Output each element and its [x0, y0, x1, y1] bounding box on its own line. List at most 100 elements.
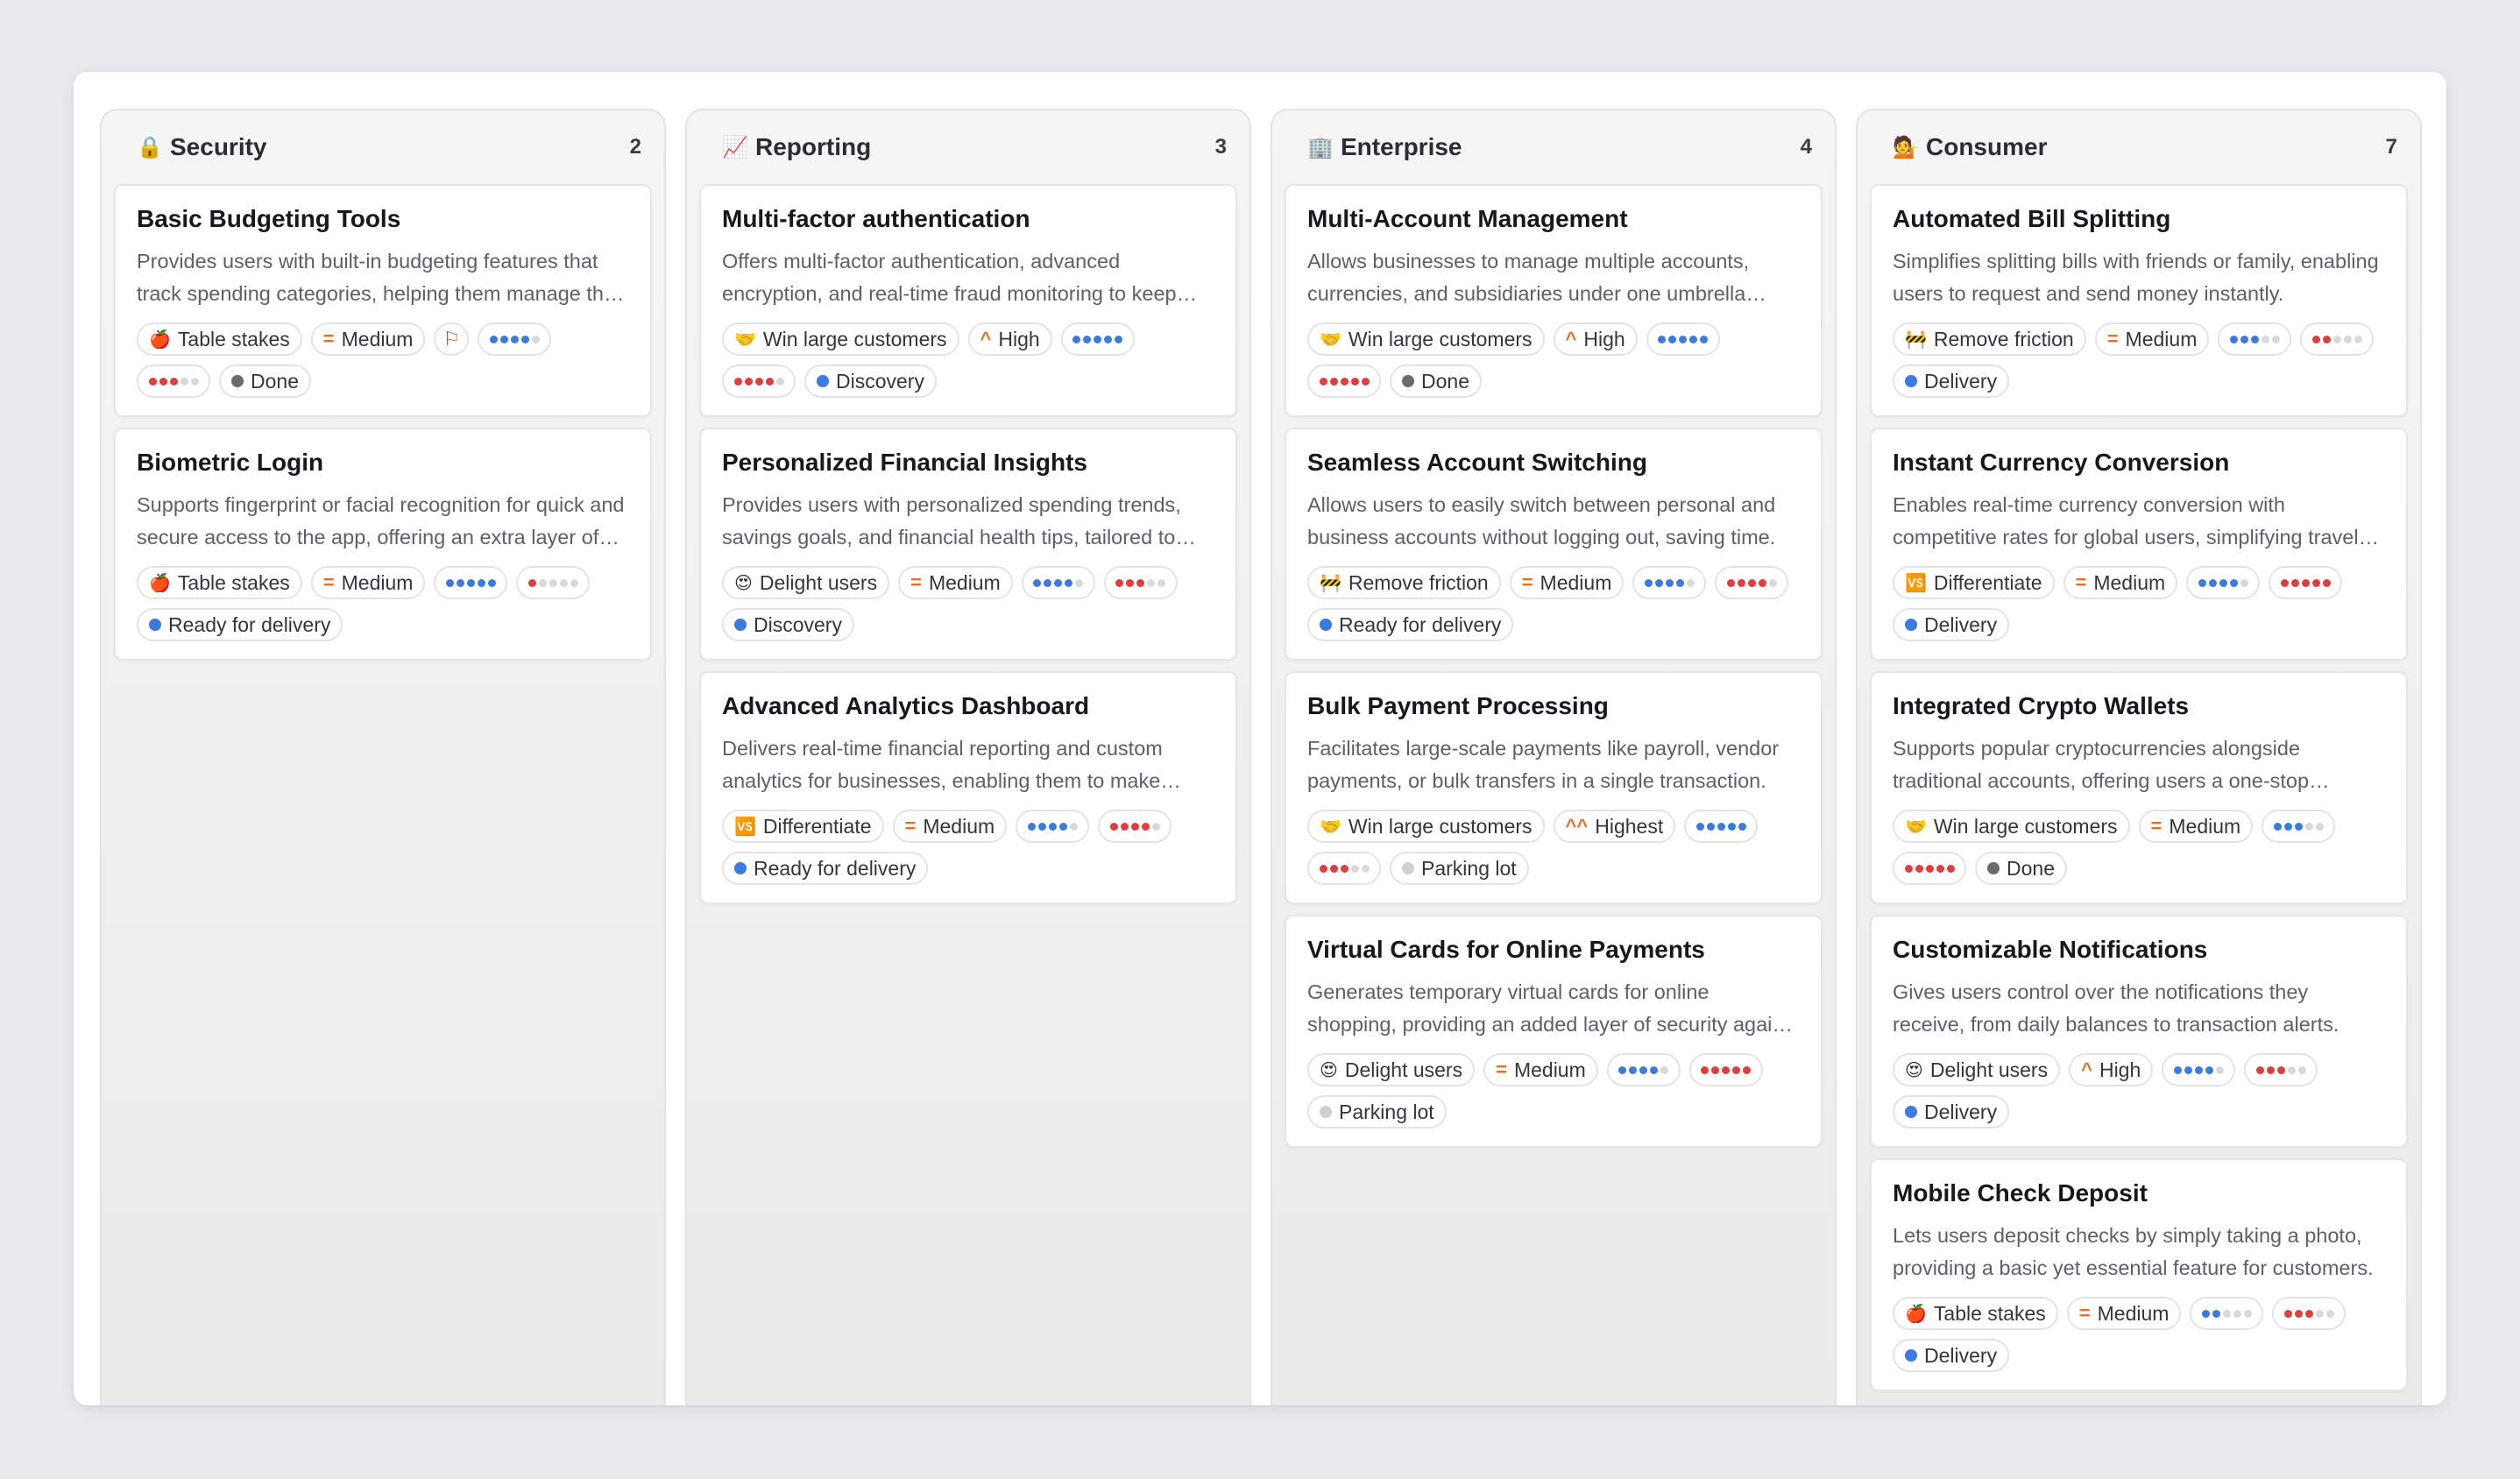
- status-chip[interactable]: Ready for delivery: [137, 608, 343, 641]
- effort-rating[interactable]: [2162, 1053, 2236, 1086]
- impact-rating[interactable]: [2269, 566, 2343, 599]
- priority-chip[interactable]: = Medium: [310, 322, 426, 356]
- effort-rating[interactable]: [1646, 322, 1720, 356]
- status-chip[interactable]: Ready for delivery: [1307, 608, 1514, 641]
- goal-chip[interactable]: 🆚 Differentiate: [722, 810, 884, 843]
- effort-rating[interactable]: [2218, 322, 2292, 356]
- priority-chip[interactable]: ^ High: [2069, 1053, 2154, 1086]
- rating-dot-filled: [2229, 578, 2238, 587]
- rating-dot-empty: [1157, 578, 1166, 587]
- goal-chip[interactable]: 🆚 Differentiate: [1893, 566, 2055, 599]
- rating-dot-empty: [2315, 822, 2324, 831]
- goal-label: Win large customers: [1348, 814, 1533, 838]
- goal-chip[interactable]: 🚧 Remove friction: [1893, 322, 2086, 356]
- card[interactable]: Automated Bill Splitting Simplifies split…: [1870, 184, 2408, 417]
- flag-chip[interactable]: ⚐: [434, 322, 470, 356]
- effort-rating[interactable]: [478, 322, 552, 356]
- priority-chip[interactable]: ^ High: [1553, 322, 1638, 356]
- goal-chip[interactable]: 😍 Delight users: [1893, 1053, 2061, 1086]
- status-chip[interactable]: Discovery: [804, 364, 937, 398]
- impact-rating[interactable]: [1307, 364, 1381, 398]
- card[interactable]: Biometric Login Supports fingerprint or f…: [114, 428, 652, 661]
- goal-chip[interactable]: 🤝 Win large customers: [1307, 322, 1545, 356]
- impact-rating[interactable]: [722, 364, 796, 398]
- effort-rating[interactable]: [1632, 566, 1707, 599]
- effort-rating[interactable]: [2186, 566, 2261, 599]
- impact-rating[interactable]: [1893, 852, 1966, 885]
- rating-dot-filled: [1319, 377, 1327, 386]
- status-chip[interactable]: Delivery: [1893, 364, 2010, 398]
- goal-chip[interactable]: 😍 Delight users: [1307, 1053, 1476, 1086]
- priority-chip[interactable]: = Medium: [1509, 566, 1625, 599]
- goal-chip[interactable]: 🤝 Win large customers: [1893, 810, 2130, 843]
- card-description: Supports popular cryptocurrencies alongs…: [1893, 737, 2310, 792]
- goal-chip[interactable]: 🚧 Remove friction: [1307, 566, 1501, 599]
- column-header[interactable]: 📈 Reporting 3: [687, 110, 1249, 184]
- priority-chip[interactable]: = Medium: [2066, 1297, 2182, 1330]
- priority-chip[interactable]: = Medium: [898, 566, 1013, 599]
- priority-chip[interactable]: ^ High: [967, 322, 1052, 356]
- card-description: Offers multi-factor authentication, adva…: [722, 250, 1177, 305]
- card[interactable]: Integrated Crypto Wallets Supports popula…: [1870, 671, 2408, 904]
- status-chip[interactable]: Delivery: [1893, 1095, 2010, 1129]
- priority-chip[interactable]: = Medium: [892, 810, 1008, 843]
- goal-chip[interactable]: 🍎 Table stakes: [137, 566, 302, 599]
- priority-chip[interactable]: ^^ Highest: [1553, 810, 1676, 843]
- card[interactable]: Bulk Payment Processing Facilitates large…: [1285, 671, 1823, 904]
- status-chip[interactable]: Delivery: [1893, 608, 2010, 641]
- effort-rating[interactable]: [434, 566, 508, 599]
- priority-chip[interactable]: = Medium: [2094, 322, 2210, 356]
- impact-rating[interactable]: [1715, 566, 1789, 599]
- effort-rating[interactable]: [2190, 1297, 2264, 1330]
- column-header[interactable]: 🔒 Security 2: [102, 110, 664, 184]
- priority-chip[interactable]: = Medium: [310, 566, 426, 599]
- status-chip[interactable]: Done: [219, 364, 311, 398]
- card[interactable]: Seamless Account Switching Allows users t…: [1285, 428, 1823, 661]
- status-label: Delivery: [1924, 369, 1998, 393]
- goal-chip[interactable]: 🤝 Win large customers: [722, 322, 959, 356]
- status-chip[interactable]: Parking lot: [1390, 852, 1529, 885]
- impact-rating[interactable]: [1688, 1053, 1763, 1086]
- card[interactable]: Instant Currency Conversion Enables real-…: [1870, 428, 2408, 661]
- card-fields: 🤝 Win large customers ^^ Highest Parking lot: [1307, 810, 1800, 885]
- card[interactable]: Basic Budgeting Tools Provides users with…: [114, 184, 652, 417]
- impact-rating[interactable]: [137, 364, 210, 398]
- card[interactable]: Personalized Financial Insights Provides …: [699, 428, 1237, 661]
- impact-rating[interactable]: [1098, 810, 1172, 843]
- impact-rating[interactable]: [2244, 1053, 2318, 1086]
- status-chip[interactable]: Done: [1390, 364, 1482, 398]
- effort-rating[interactable]: [1016, 810, 1090, 843]
- card[interactable]: Multi-factor authentication Offers multi-…: [699, 184, 1237, 417]
- rating-dot-empty: [570, 578, 578, 587]
- impact-rating[interactable]: [1103, 566, 1178, 599]
- impact-rating[interactable]: [2272, 1297, 2347, 1330]
- goal-chip[interactable]: 🍎 Table stakes: [137, 322, 302, 356]
- status-chip[interactable]: Parking lot: [1307, 1095, 1447, 1129]
- priority-chip[interactable]: = Medium: [1483, 1053, 1598, 1086]
- card[interactable]: Virtual Cards for Online Payments Generat…: [1285, 915, 1823, 1148]
- priority-chip[interactable]: = Medium: [2063, 566, 2178, 599]
- effort-rating[interactable]: [1021, 566, 1095, 599]
- status-chip[interactable]: Delivery: [1893, 1339, 2010, 1372]
- priority-icon: =: [2078, 1302, 2091, 1324]
- column-header[interactable]: 🏢 Enterprise 4: [1272, 110, 1835, 184]
- effort-rating[interactable]: [1684, 810, 1759, 843]
- card[interactable]: Mobile Check Deposit Lets users deposit c…: [1870, 1158, 2408, 1391]
- effort-rating[interactable]: [1606, 1053, 1681, 1086]
- column-header[interactable]: 💁 Consumer 7: [1858, 110, 2420, 184]
- goal-chip[interactable]: 🤝 Win large customers: [1307, 810, 1545, 843]
- effort-rating[interactable]: [1060, 322, 1135, 356]
- status-chip[interactable]: Done: [1975, 852, 2067, 885]
- goal-chip[interactable]: 😍 Delight users: [722, 566, 890, 599]
- status-chip[interactable]: Discovery: [722, 608, 854, 641]
- card[interactable]: Multi-Account Management Allows businesse…: [1285, 184, 1823, 417]
- goal-chip[interactable]: 🍎 Table stakes: [1893, 1297, 2058, 1330]
- impact-rating[interactable]: [1307, 852, 1381, 885]
- card[interactable]: Advanced Analytics Dashboard Delivers rea…: [699, 671, 1237, 904]
- priority-chip[interactable]: = Medium: [2138, 810, 2254, 843]
- effort-rating[interactable]: [2262, 810, 2336, 843]
- impact-rating[interactable]: [2300, 322, 2375, 356]
- card[interactable]: Customizable Notifications Gives users co…: [1870, 915, 2408, 1148]
- impact-rating[interactable]: [516, 566, 591, 599]
- status-chip[interactable]: Ready for delivery: [722, 852, 929, 885]
